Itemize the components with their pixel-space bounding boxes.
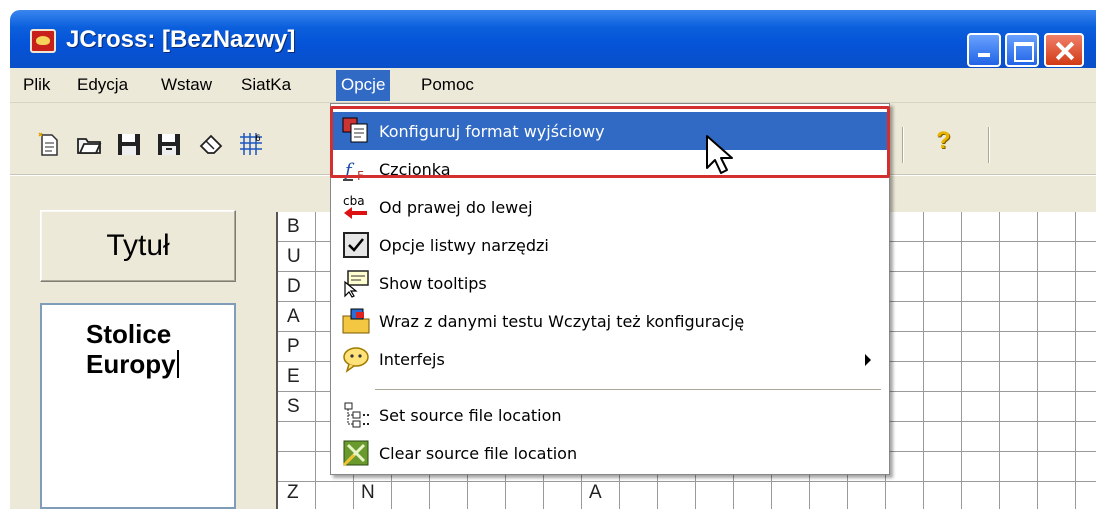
clear-location-icon bbox=[342, 440, 369, 467]
menu-item-interfejs[interactable]: Interfejs bbox=[333, 340, 887, 378]
interface-icon bbox=[343, 347, 369, 373]
menu-pomoc[interactable]: Pomoc bbox=[416, 75, 479, 95]
menu-item-show-tooltips[interactable]: Show tooltips bbox=[333, 264, 887, 302]
toolbar-options-icon bbox=[343, 232, 369, 258]
grid-letter: U bbox=[287, 246, 301, 267]
menu-item-wraz-z-danymi[interactable]: Wraz z danymi testu Wczytaj też konfigur… bbox=[333, 302, 887, 340]
menu-item-czcionka[interactable]: f F Czcionka bbox=[333, 150, 887, 188]
minimize-button[interactable] bbox=[967, 33, 1001, 67]
grid-letter: E bbox=[287, 366, 300, 387]
title-bar[interactable]: JCross: [BezNazwy] bbox=[10, 10, 1096, 68]
rtl-icon-text: cba bbox=[343, 194, 365, 208]
close-button[interactable] bbox=[1044, 33, 1084, 67]
grid-letter: Z bbox=[287, 482, 299, 503]
menu-item-set-source-file[interactable]: Set source file location bbox=[333, 396, 887, 434]
toolbar-separator bbox=[902, 127, 904, 163]
grid-letter: P bbox=[287, 336, 300, 357]
menu-siatka[interactable]: SiatKa bbox=[236, 75, 296, 95]
svg-text:6: 6 bbox=[255, 134, 261, 144]
format-config-icon bbox=[342, 117, 368, 143]
font-icon: f F bbox=[343, 160, 364, 183]
crossword-title-button[interactable]: Tytuł bbox=[40, 210, 236, 282]
grid-letter: A bbox=[589, 482, 602, 503]
menu-item-od-prawej-do-lewej[interactable]: cba Od prawej do lewej bbox=[333, 188, 887, 226]
window-title: JCross: [BezNazwy] bbox=[66, 26, 296, 53]
svg-text:F: F bbox=[357, 169, 364, 183]
source-location-icon bbox=[344, 402, 369, 428]
menu-edycja[interactable]: Edycja bbox=[72, 75, 133, 95]
grid-letter: A bbox=[287, 306, 300, 327]
menu-separator bbox=[375, 389, 881, 391]
rtl-icon: cba bbox=[343, 194, 367, 219]
new-file-icon[interactable] bbox=[36, 131, 62, 157]
description-line-2: Europy bbox=[86, 349, 176, 379]
grid-letter: N bbox=[361, 482, 375, 503]
opcje-dropdown-menu: Konfiguruj format wyjściowy f F Czcionka… bbox=[330, 103, 890, 475]
grid-letter: B bbox=[287, 216, 300, 237]
grid-generate-icon[interactable]: 6 bbox=[238, 131, 264, 157]
menu-opcje[interactable]: Opcje bbox=[336, 70, 391, 101]
menu-item-opcje-listwy[interactable]: Opcje listwy narzędzi bbox=[333, 226, 887, 264]
save-as-icon[interactable] bbox=[156, 131, 182, 157]
description-line-1: Stolice bbox=[86, 319, 172, 349]
tooltip-icon bbox=[344, 270, 369, 298]
menu-bar: Plik Edycja Wstaw SiatKa Opcje Pomoc bbox=[10, 68, 1096, 103]
grid-letter: S bbox=[287, 396, 300, 417]
help-icon[interactable]: ? bbox=[936, 127, 962, 154]
eraser-icon[interactable] bbox=[198, 131, 224, 157]
grid-letter: D bbox=[287, 276, 301, 297]
menu-item-konfiguruj-format[interactable]: Konfiguruj format wyjściowy bbox=[333, 112, 887, 150]
crossword-description-input[interactable]: Stolice Europy bbox=[40, 303, 236, 509]
toolbar-separator bbox=[988, 127, 990, 163]
submenu-arrow-icon bbox=[865, 354, 871, 366]
menu-item-clear-source-file[interactable]: Clear source file location bbox=[333, 434, 887, 472]
menu-wstaw[interactable]: Wstaw bbox=[156, 75, 217, 95]
menu-plik[interactable]: Plik bbox=[18, 75, 55, 95]
mouse-cursor-icon bbox=[706, 135, 733, 174]
app-icon[interactable] bbox=[30, 29, 56, 53]
save-icon[interactable] bbox=[116, 131, 142, 157]
load-config-icon bbox=[342, 308, 370, 334]
text-caret bbox=[176, 350, 179, 378]
open-folder-icon[interactable] bbox=[76, 131, 102, 157]
svg-text:f: f bbox=[343, 160, 355, 181]
maximize-button[interactable] bbox=[1005, 33, 1039, 67]
